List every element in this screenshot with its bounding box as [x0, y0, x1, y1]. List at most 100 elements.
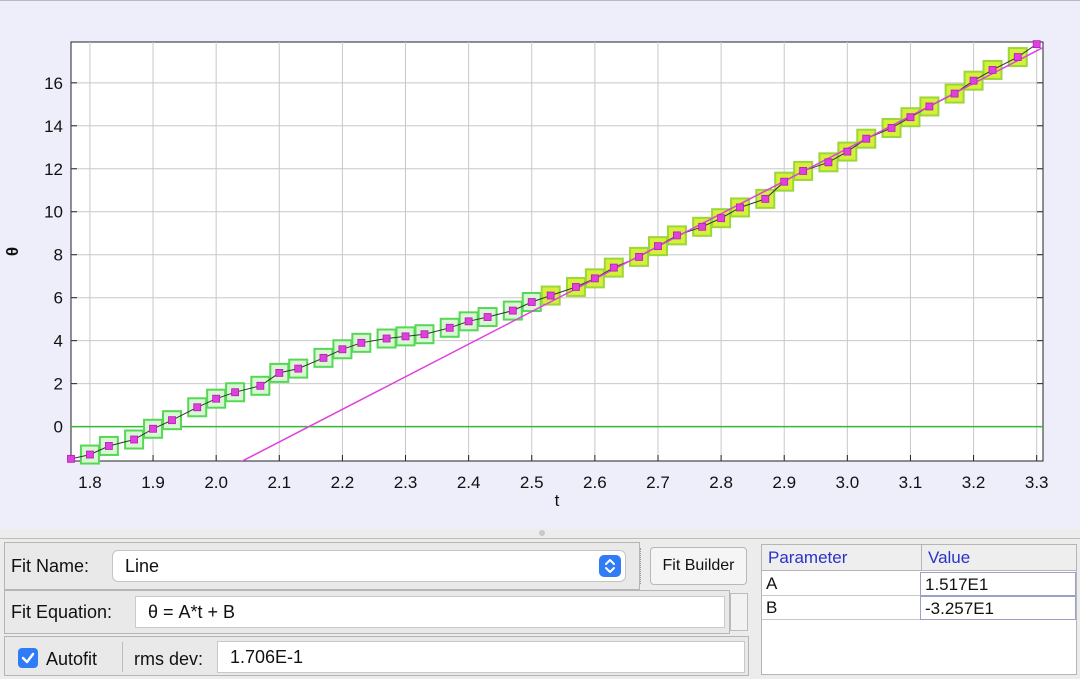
data-point: [527, 298, 536, 306]
data-point: [824, 158, 833, 167]
x-tick-label: 2.9: [772, 473, 796, 492]
data-point: [382, 334, 391, 343]
data-point: [843, 147, 852, 156]
data-point: [969, 76, 978, 85]
data-point: [635, 252, 643, 261]
x-tick-label: 3.0: [836, 473, 860, 492]
y-tick-label: 0: [54, 418, 63, 437]
data-plot[interactable]: 1.8 1.9 2.0 2.1 2.2 2.3 2.4 2.5 2.6 2.7 2.8 2.9 3.0 3…: [0, 1, 1080, 529]
data-point: [609, 263, 618, 272]
data-point: [319, 353, 328, 362]
x-tick-label: 2.2: [331, 473, 355, 492]
data-point: [401, 332, 410, 341]
x-tick-label: 1.8: [78, 473, 102, 492]
equation-scroll-box[interactable]: [730, 593, 748, 631]
data-point: [420, 330, 429, 339]
data-point: [168, 416, 176, 425]
data-point: [546, 291, 555, 300]
x-tick-label: 2.6: [583, 473, 607, 492]
data-point: [736, 203, 744, 212]
x-tick-label: 2.3: [394, 473, 418, 492]
x-tick-label: 2.0: [204, 473, 228, 492]
autofit-separator: [122, 642, 124, 672]
data-point: [483, 313, 492, 321]
data-point: [1032, 40, 1041, 49]
data-point: [925, 102, 934, 111]
data-point: [761, 194, 770, 203]
data-point: [357, 338, 366, 347]
fit-name-row: Fit Name: Line: [4, 542, 640, 590]
data-point: [67, 454, 75, 463]
fit-name-label: Fit Name:: [11, 556, 90, 576]
data-point: [464, 317, 473, 326]
data-point: [338, 345, 347, 354]
data-point: [862, 134, 871, 143]
data-point: [256, 381, 265, 390]
data-point: [294, 364, 303, 373]
data-point: [698, 222, 707, 231]
data-point: [104, 442, 113, 450]
x-tick-label: 2.4: [457, 473, 481, 492]
x-tick-label: 2.8: [709, 473, 733, 492]
param-header-name[interactable]: Parameter: [762, 545, 922, 571]
y-tick-label: 16: [44, 74, 63, 93]
param-header-value[interactable]: Value: [922, 545, 1076, 571]
data-point: [1013, 53, 1022, 61]
split-divider-handle[interactable]: [539, 530, 545, 536]
x-tick-label: 3.2: [962, 473, 986, 492]
data-point: [508, 306, 517, 315]
x-axis-title: t: [555, 491, 560, 510]
data-point: [988, 66, 997, 74]
x-tick-label: 2.7: [646, 473, 670, 492]
data-point: [149, 424, 157, 433]
data-point: [445, 323, 454, 332]
param-row-b-name[interactable]: B: [762, 596, 920, 620]
data-point: [717, 214, 726, 223]
x-tick-label: 3.3: [1025, 473, 1049, 492]
data-point: [86, 450, 94, 459]
x-tick-label: 1.9: [141, 473, 165, 492]
data-point: [780, 177, 789, 186]
fit-equation-label: Fit Equation:: [11, 602, 113, 622]
chevron-up-down-icon[interactable]: [599, 555, 621, 577]
data-point: [950, 89, 959, 98]
autofit-checkbox[interactable]: [18, 648, 38, 668]
data-point: [193, 403, 202, 412]
fit-name-value: Line: [125, 556, 160, 576]
x-tick-label: 2.1: [267, 473, 291, 492]
x-tick-label: 2.5: [520, 473, 544, 492]
data-point: [590, 274, 599, 283]
y-tick-label: 4: [54, 332, 63, 351]
y-axis-title: θ: [3, 247, 22, 256]
plot-panel[interactable]: 1.8 1.9 2.0 2.1 2.2 2.3 2.4 2.5 2.6 2.7 2.8 2.9 3.0 3…: [0, 0, 1080, 529]
autofit-label[interactable]: Autofit: [46, 649, 97, 670]
grip-divider: [640, 548, 643, 584]
param-row-a-value[interactable]: 1.517E1: [920, 572, 1076, 596]
param-row-a-name[interactable]: A: [762, 572, 920, 596]
data-point: [231, 388, 240, 397]
fit-builder-button[interactable]: Fit Builder: [650, 547, 747, 585]
rms-dev-field[interactable]: 1.706E-1: [217, 641, 745, 673]
y-tick-label: 12: [44, 160, 63, 179]
y-tick-label: 10: [44, 203, 63, 222]
rms-dev-label: rms dev:: [134, 649, 204, 669]
data-point: [572, 283, 580, 291]
y-tick-label: 2: [54, 375, 63, 394]
fit-name-select[interactable]: Line: [112, 550, 626, 582]
data-point: [275, 369, 284, 377]
data-point: [673, 231, 681, 240]
data-point: [654, 242, 662, 251]
data-point: [799, 167, 808, 175]
data-point: [887, 124, 896, 132]
parameter-table[interactable]: Parameter Value A 1.517E1 B -3.257E1: [761, 544, 1077, 675]
data-point: [906, 113, 915, 122]
data-point: [212, 394, 221, 403]
y-tick-label: 6: [54, 289, 63, 308]
x-tick-label: 3.1: [899, 473, 923, 492]
data-point: [130, 435, 139, 444]
fit-equation-row: Fit Equation: θ = A*t + B: [4, 590, 730, 634]
param-row-b-value[interactable]: -3.257E1: [920, 596, 1076, 620]
y-tick-label: 8: [54, 246, 63, 265]
y-tick-label: 14: [44, 117, 63, 136]
fit-equation-field[interactable]: θ = A*t + B: [135, 596, 725, 628]
